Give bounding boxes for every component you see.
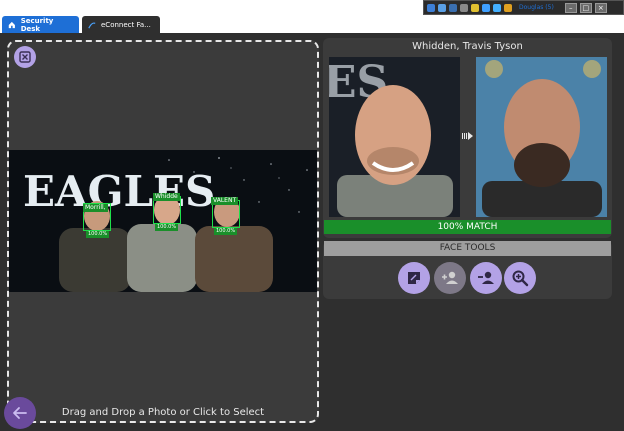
tab-security-desk[interactable]: Security Desk (2, 16, 79, 33)
candidate-face-image (476, 57, 607, 217)
face-tools-panel: FACE TOOLS (323, 241, 612, 299)
home-icon (8, 21, 15, 28)
face-name-1: Morrill, (83, 204, 108, 212)
remove-person-icon (478, 271, 494, 284)
tab-label: eConnect Fa... (101, 20, 151, 29)
face-tools-header: FACE TOOLS (324, 241, 611, 256)
match-result-bar: 100% MATCH (324, 220, 611, 234)
arrow-left-icon (13, 407, 27, 419)
magnify-plus-icon (512, 270, 529, 287)
eagles-banner-text: EAGLES (23, 167, 215, 216)
maximize-button[interactable]: □ (579, 2, 592, 13)
clear-photo-button[interactable] (14, 46, 36, 68)
tray-app-icon[interactable] (427, 3, 435, 12)
drop-instruction: Drag and Drop a Photo or Click to Select (61, 407, 265, 418)
tray-settings-icon[interactable] (493, 3, 501, 12)
minimize-button[interactable]: – (564, 2, 577, 13)
back-button[interactable] (4, 397, 36, 429)
tray-monitor-icon[interactable] (460, 3, 468, 12)
probe-face-image: ES (329, 57, 460, 217)
add-person-button[interactable] (434, 262, 466, 294)
add-person-icon (442, 271, 458, 284)
edit-note-icon (408, 272, 420, 284)
face-score-1: 100.0% (86, 231, 110, 238)
system-tray: Douglas (5) – □ × (423, 0, 624, 15)
econnect-icon (88, 22, 96, 28)
compare-arrow-icon (462, 132, 473, 140)
match-panel: Whidden, Travis Tyson ES 100% MATCH (323, 38, 612, 238)
edit-note-button[interactable] (398, 262, 430, 294)
face-name-2: Whidde (153, 193, 180, 201)
match-person-name: Whidden, Travis Tyson (412, 41, 523, 52)
close-window-button[interactable]: × (594, 2, 607, 13)
tray-user-label: Douglas (5) (519, 4, 554, 11)
face-score-3: 100.0% (214, 228, 238, 235)
photo-drop-zone[interactable]: EAGLES Morrill, 100.0% Whidde 100.0% VAL… (7, 40, 319, 423)
tray-camera-icon[interactable] (449, 3, 457, 12)
tab-label: Security Desk (20, 16, 54, 33)
title-bar: Security Desk eConnect Fa... Douglas (5)… (0, 0, 624, 33)
tray-message-icon[interactable] (482, 3, 490, 12)
tray-network-icon[interactable] (438, 3, 446, 12)
face-name-3: VALENT (211, 197, 239, 205)
probe-face-photo: ES (329, 57, 460, 217)
zoom-in-button[interactable] (504, 262, 536, 294)
tray-alarm-icon[interactable] (504, 3, 512, 12)
remove-person-button[interactable] (470, 262, 502, 294)
tray-key-icon[interactable] (471, 3, 479, 12)
face-score-2: 100.0% (155, 224, 179, 231)
uploaded-photo: EAGLES Morrill, 100.0% Whidde 100.0% VAL… (9, 150, 317, 292)
tab-econnect[interactable]: eConnect Fa... (82, 16, 160, 33)
close-box-icon (19, 51, 31, 63)
candidate-face-photo (476, 57, 607, 217)
